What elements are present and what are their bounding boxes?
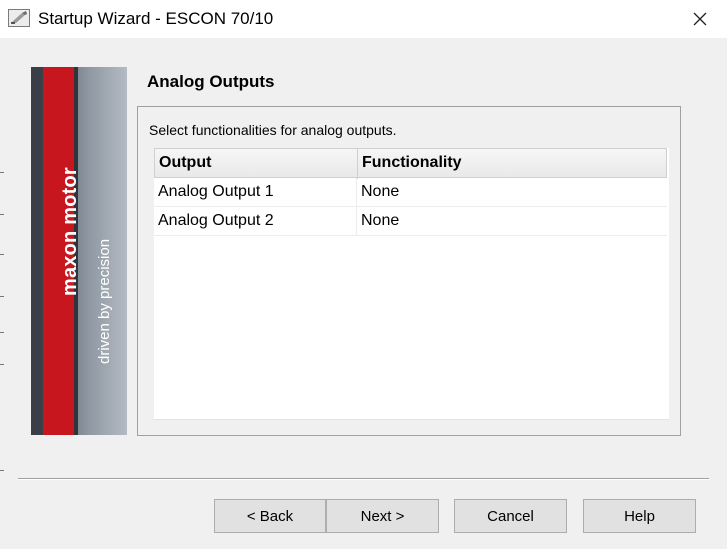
outputs-table: Output Functionality Analog Output 1 Non…	[154, 148, 669, 420]
page-title: Analog Outputs	[147, 72, 275, 91]
banner-tagline: driven by precision	[96, 238, 113, 364]
table-header: Output Functionality	[154, 148, 667, 179]
next-button[interactable]: Next >	[326, 499, 439, 533]
column-header-output[interactable]: Output	[159, 154, 211, 172]
functionality-cell[interactable]: None	[361, 183, 399, 201]
title-bar: Startup Wizard - ESCON 70/10	[0, 0, 727, 38]
close-button[interactable]	[680, 0, 720, 38]
cancel-button[interactable]: Cancel	[454, 499, 567, 533]
instruction-text: Select functionalities for analog output…	[149, 122, 397, 138]
back-button[interactable]: < Back	[214, 499, 326, 533]
window-title: Startup Wizard - ESCON 70/10	[38, 9, 274, 28]
banner-brand: maxon motor	[59, 167, 81, 296]
output-cell: Analog Output 2	[158, 212, 274, 229]
column-header-functionality[interactable]: Functionality	[362, 154, 462, 172]
table-row[interactable]: Analog Output 1 None	[154, 178, 667, 207]
output-cell: Analog Output 1	[158, 183, 274, 200]
table-row[interactable]: Analog Output 2 None	[154, 207, 667, 236]
maxon-banner: maxon motor driven by precision	[31, 67, 127, 435]
help-button[interactable]: Help	[583, 499, 696, 533]
functionality-cell[interactable]: None	[361, 212, 399, 230]
close-icon	[693, 12, 707, 26]
wizard-app-icon	[8, 9, 30, 27]
footer-divider	[18, 478, 709, 480]
